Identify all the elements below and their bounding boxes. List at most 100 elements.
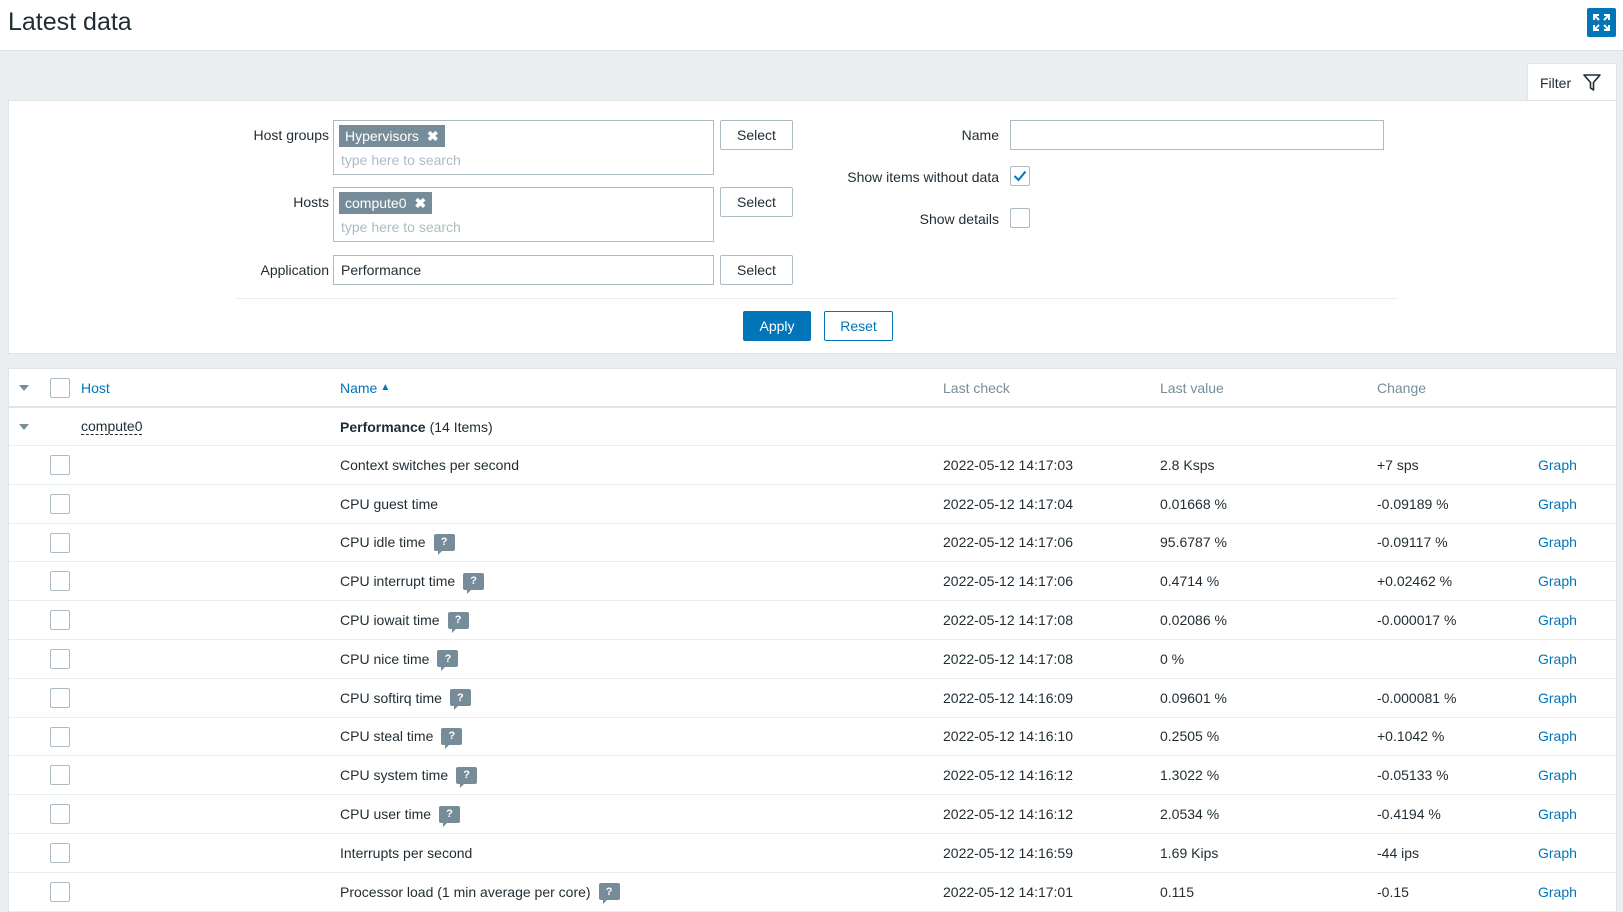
graph-link[interactable]: Graph [1538,756,1577,794]
item-name-cell: CPU iowait time? [340,601,469,639]
host-groups-label: Host groups [253,127,329,143]
host-groups-select-button[interactable]: Select [720,120,793,150]
item-name-cell: CPU steal time? [340,718,463,756]
item-name-cell: CPU interrupt time? [340,562,485,600]
graph-link[interactable]: Graph [1538,524,1577,562]
reset-button[interactable]: Reset [824,311,893,341]
row-checkbox[interactable] [50,726,70,747]
item-name-cell: Processor load (1 min average per core)? [340,873,620,911]
item-description-icon[interactable]: ? [449,689,471,711]
table-row: CPU interrupt time? 2022-05-12 14:17:06 0.… [9,562,1616,602]
row-checkbox[interactable] [50,610,70,631]
last-value-cell: 0.4714 % [1160,573,1220,590]
item-name: CPU nice time [340,650,430,667]
last-check-cell: 2022-05-12 14:17:03 [943,456,1073,473]
name-column-header-label: Name [340,379,378,396]
table-row: CPU guest time 2022-05-12 14:17:04 0.01668… [9,485,1616,524]
name-label: Name [961,127,999,143]
item-name: CPU iowait time [340,612,440,629]
application-select-button[interactable]: Select [720,255,793,285]
item-name-cell: Interrupts per second [340,834,472,872]
graph-link[interactable]: Graph [1538,834,1577,872]
item-description-icon[interactable]: ? [463,572,485,594]
last-check-cell: 2022-05-12 14:16:12 [943,806,1073,823]
table-row: Context switches per second 2022-05-12 14… [9,446,1616,485]
show-details-checkbox[interactable] [1010,208,1030,228]
item-description-icon[interactable]: ? [447,611,469,633]
item-name: CPU interrupt time [340,573,456,590]
row-checkbox[interactable] [50,843,70,863]
change-cell: -0.15 [1377,883,1409,900]
show-items-without-data-checkbox[interactable] [1010,166,1030,186]
item-description-icon[interactable]: ? [437,650,459,672]
row-checkbox[interactable] [50,649,70,669]
row-checkbox[interactable] [50,532,70,553]
graph-link[interactable]: Graph [1538,640,1577,678]
latest-data-table: Host Name ▲ Last check Last value Change… [8,368,1617,912]
host-column-header[interactable]: Host [81,369,110,406]
fullscreen-button[interactable] [1587,8,1616,37]
row-checkbox[interactable] [50,493,70,514]
last-check-cell: 2022-05-12 14:16:12 [943,767,1073,784]
row-checkbox[interactable] [50,687,70,708]
apply-button[interactable]: Apply [743,311,811,341]
graph-link[interactable]: Graph [1538,795,1577,833]
graph-link[interactable]: Graph [1538,679,1577,717]
row-checkbox[interactable] [50,881,70,902]
name-column-header[interactable]: Name ▲ [340,369,390,406]
last-check-cell: 2022-05-12 14:17:01 [943,883,1073,900]
item-description-icon[interactable]: ? [433,533,455,555]
row-checkbox[interactable] [50,455,70,475]
remove-tag-icon[interactable]: ✖ [427,128,439,145]
graph-link[interactable]: Graph [1538,562,1577,600]
filter-tab[interactable]: Filter [1527,63,1617,101]
application-group-row: compute0 Performance (14 Items) [9,408,1616,446]
graph-link[interactable]: Graph [1538,446,1577,484]
row-checkbox[interactable] [50,571,70,592]
group-collapse-toggle[interactable] [19,408,29,445]
graph-link[interactable]: Graph [1538,873,1577,911]
row-checkbox[interactable] [50,765,70,786]
last-check-column-header: Last check [943,379,1010,396]
table-row: Interrupts per second 2022-05-12 14:16:59… [9,834,1616,873]
hosts-select-button[interactable]: Select [720,187,793,217]
item-description-icon[interactable]: ? [598,883,620,905]
graph-link[interactable]: Graph [1538,718,1577,756]
host-menu-link[interactable]: compute0 [81,418,143,435]
remove-tag-icon[interactable]: ✖ [414,195,426,212]
name-input[interactable] [1010,120,1384,150]
hosts-label: Hosts [293,194,329,210]
item-name: CPU steal time [340,728,434,745]
collapse-all-toggle[interactable] [19,369,29,406]
item-description-icon[interactable]: ? [456,766,478,788]
change-column-header: Change [1377,379,1427,396]
graph-link[interactable]: Graph [1538,485,1577,523]
hosts-search-input[interactable]: type here to search [341,219,461,235]
funnel-icon [1583,74,1601,91]
host-groups-multiselect[interactable]: Hypervisors ✖ type here to search [333,120,714,175]
last-check-cell: 2022-05-12 14:16:09 [943,689,1073,706]
last-value-cell: 95.6787 % [1160,534,1227,551]
application-input[interactable]: Performance [333,255,714,285]
last-check-cell: 2022-05-12 14:17:08 [943,612,1073,629]
item-name-cell: CPU user time? [340,795,461,833]
change-cell: -0.05133 % [1377,767,1449,784]
item-name-cell: CPU softirq time? [340,679,471,717]
last-value-cell: 0.115 [1160,883,1194,900]
item-description-icon[interactable]: ? [439,805,461,827]
hosts-multiselect[interactable]: compute0 ✖ type here to search [333,187,714,242]
host-groups-search-input[interactable]: type here to search [341,152,461,168]
change-cell: +7 sps [1377,456,1419,473]
table-row: CPU nice time? 2022-05-12 14:17:08 0 % Grap… [9,640,1616,679]
change-cell: -0.4194 % [1377,806,1441,823]
change-cell: -0.09189 % [1377,495,1449,512]
item-description-icon[interactable]: ? [441,727,463,749]
item-name: CPU user time [340,806,432,823]
table-row: CPU system time? 2022-05-12 14:16:12 1.302… [9,756,1616,796]
select-all-checkbox[interactable] [50,378,70,398]
item-name-cell: CPU system time? [340,756,478,794]
graph-link[interactable]: Graph [1538,601,1577,639]
item-name: CPU softirq time [340,689,442,706]
row-checkbox[interactable] [50,804,70,825]
last-value-cell: 0.09601 % [1160,689,1227,706]
